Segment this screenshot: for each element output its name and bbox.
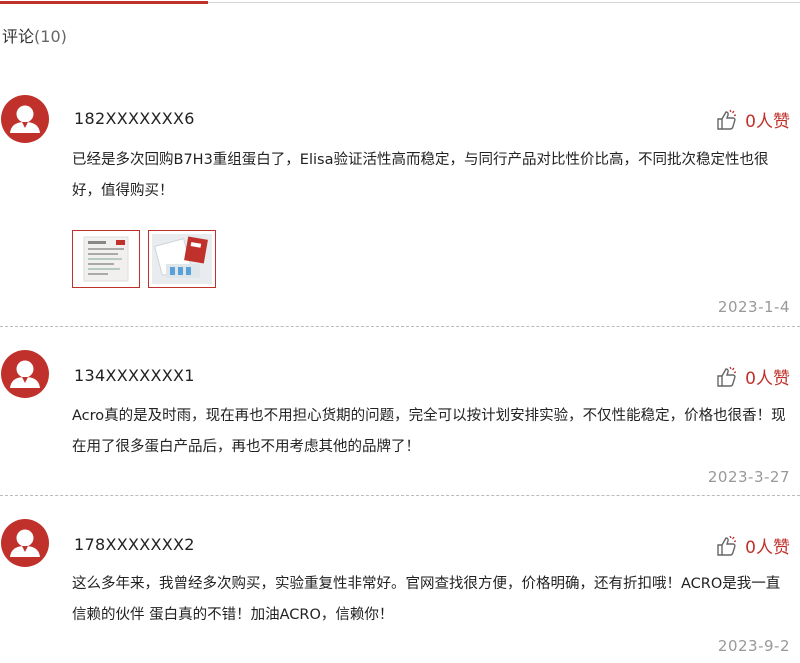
like-button[interactable]: 0人赞 — [715, 107, 790, 132]
like-count: 0人赞 — [745, 538, 790, 558]
like-count: 0人赞 — [745, 369, 790, 389]
comment-divider — [0, 326, 800, 327]
comments-heading: 评论(10) — [2, 23, 67, 47]
thumbs-up-icon — [717, 535, 737, 556]
comments-count: (10) — [34, 27, 67, 46]
user-avatar-icon — [10, 360, 40, 388]
comment-divider — [0, 495, 800, 496]
like-count: 0人赞 — [745, 112, 790, 132]
comment-image-thumbnail[interactable] — [72, 230, 140, 288]
thumbs-up-icon — [717, 109, 737, 130]
comment-image-thumbnail[interactable] — [148, 230, 216, 288]
comment-date: 2023-3-27 — [707, 468, 790, 486]
comment-images — [72, 230, 216, 288]
comment-date: 2023-1-4 — [717, 298, 790, 316]
comment-username: 134XXXXXXX1 — [74, 366, 195, 385]
comment-text: 这么多年来，我曾经多次购买，实验重复性非常好。官网查找很方便，价格明确，还有折扣… — [72, 576, 781, 623]
user-avatar-icon — [10, 105, 40, 133]
like-button[interactable]: 0人赞 — [715, 364, 790, 389]
document-photo-icon — [83, 236, 129, 282]
comment-date: 2023-9-2 — [717, 637, 790, 655]
comment-text: 已经是多次回购B7H3重组蛋白了，Elisa验证活性高而稳定，与同行产品对比性价… — [72, 152, 769, 199]
comments-heading-label: 评论 — [2, 27, 35, 46]
thumbs-up-icon — [717, 366, 737, 387]
comment-username: 178XXXXXXX2 — [74, 535, 195, 554]
like-button[interactable]: 0人赞 — [715, 533, 790, 558]
comment-username: 182XXXXXXX6 — [74, 109, 195, 128]
avatar — [1, 519, 49, 567]
avatar — [1, 95, 49, 143]
avatar — [1, 350, 49, 398]
active-tab-indicator — [0, 1, 208, 4]
comment-text: Acro真的是及时雨，现在再也不用担心货期的问题，完全可以按计划安排实验，不仅性… — [72, 408, 786, 455]
product-box-photo-icon — [152, 234, 212, 284]
user-avatar-icon — [10, 529, 40, 557]
